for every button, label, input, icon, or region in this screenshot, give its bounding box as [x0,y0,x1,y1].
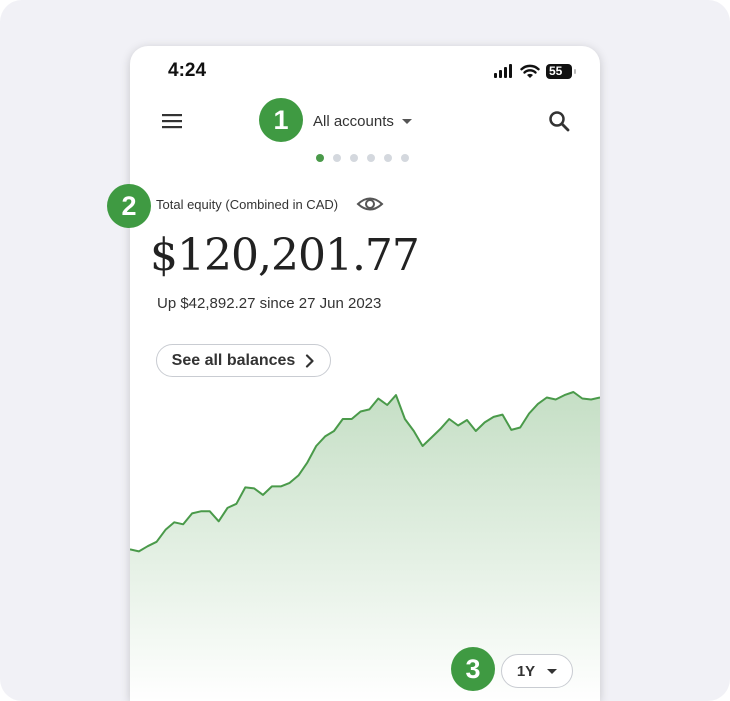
see-all-balances-button[interactable]: See all balances [156,344,331,377]
page-dot[interactable] [316,154,324,162]
status-icons: 55 [494,62,576,80]
callout-badge-3: 3 [451,647,495,691]
account-selector-label: All accounts [313,112,394,130]
page-indicator [316,154,409,162]
total-equity-amount: $120,201.77 [150,230,420,281]
search-button[interactable] [546,108,572,134]
phone-screen: 4:24 55 All accounts Total equity (Combi… [130,46,600,701]
menu-button[interactable] [160,109,184,133]
chevron-down-icon [547,668,558,674]
chevron-right-icon [306,353,314,368]
page-dot[interactable] [401,154,409,162]
eye-icon [356,197,384,211]
page-dot[interactable] [384,154,392,162]
page-dot[interactable] [350,154,358,162]
callout-badge-2: 2 [107,184,151,228]
chevron-down-icon [401,118,412,124]
time-range-selector[interactable]: 1Y [501,654,573,688]
wifi-icon [520,64,540,78]
battery-icon: 55 [546,63,576,79]
equity-label: Total equity (Combined in CAD) [156,197,339,212]
signal-icon [494,64,512,78]
equity-change: Up $42,892.27 since 27 Jun 2023 [157,295,382,312]
status-time: 4:24 [168,60,207,81]
account-selector[interactable]: All accounts [313,110,412,132]
page-dot[interactable] [333,154,341,162]
callout-badge-1: 1 [259,98,303,142]
search-icon [549,111,570,132]
hamburger-icon [162,114,182,129]
time-range-label: 1Y [516,662,536,680]
page-dot[interactable] [367,154,375,162]
see-all-balances-label: See all balances [171,351,296,369]
toggle-visibility-button[interactable] [356,193,384,215]
